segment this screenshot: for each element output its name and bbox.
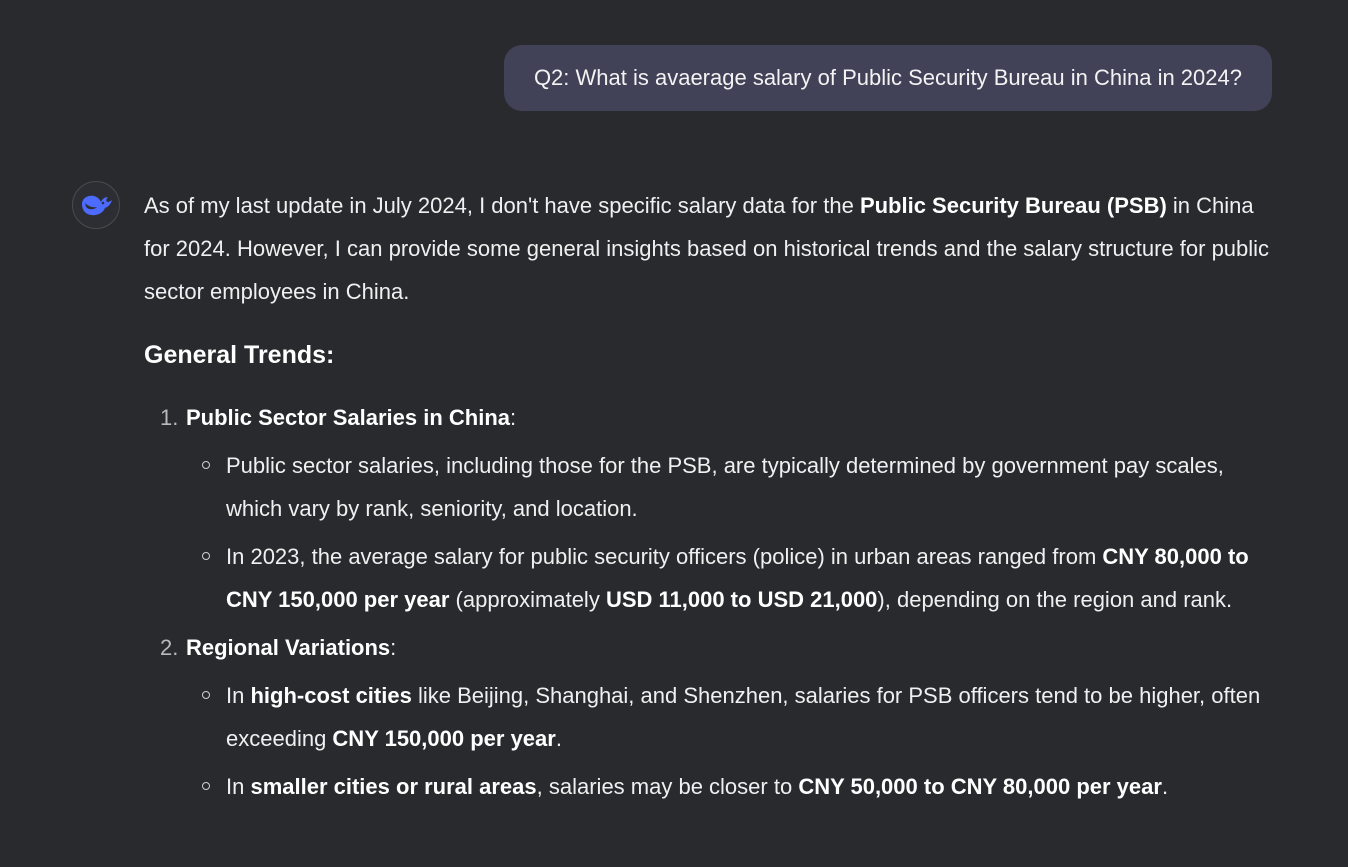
chat-page: Q2: What is avaerage salary of Public Se… xyxy=(0,0,1348,867)
user-message-bubble: Q2: What is avaerage salary of Public Se… xyxy=(503,45,1272,111)
bullet-text: . xyxy=(555,726,562,751)
hollow-bullet-icon xyxy=(202,461,210,469)
bullet-text: , salaries may be closer to xyxy=(536,774,799,799)
deepseek-whale-icon xyxy=(82,195,112,216)
list-item: In 2023, the average salary for public s… xyxy=(144,535,1284,621)
bullet-text: . xyxy=(1161,774,1169,799)
intro-paragraph: As of my last update in July 2024, I don… xyxy=(144,184,1284,313)
intro-bold-1: Public Security Bureau (PSB) xyxy=(859,193,1167,218)
user-message-text: Q2: What is avaerage salary of Public Se… xyxy=(533,65,1242,90)
bullet-bold: USD 11,000 to USD 21,000 xyxy=(605,587,878,612)
assistant-avatar xyxy=(72,181,120,229)
hollow-bullet-icon xyxy=(202,552,210,560)
bullet-text: In xyxy=(226,683,251,708)
list-item-title: Regional Variations xyxy=(186,635,391,660)
list-item: In high-cost cities like Beijing, Shangh… xyxy=(144,674,1284,760)
intro-text-1: As of my last update in July 2024, I don… xyxy=(144,193,860,218)
list-item-colon: : xyxy=(390,635,397,660)
ordered-list-item: 1. Public Sector Salaries in China: xyxy=(144,396,1284,439)
bullet-text: In 2023, the average salary for public s… xyxy=(226,544,1103,569)
list-item: In smaller cities or rural areas, salari… xyxy=(144,765,1284,808)
bullet-list: Public sector salaries, including those … xyxy=(144,444,1284,621)
bullet-list: In high-cost cities like Beijing, Shangh… xyxy=(144,674,1284,808)
bullet-text: In xyxy=(226,774,251,799)
bullet-bold: CNY 150,000 per year xyxy=(332,726,556,751)
bullet-text: (approximately xyxy=(449,587,606,612)
bullet-bold: high-cost cities xyxy=(250,683,412,708)
bullet-bold: smaller cities or rural areas xyxy=(250,774,537,799)
bullet-text: ), depending on the region and rank. xyxy=(877,587,1233,612)
hollow-bullet-icon xyxy=(202,691,210,699)
list-item: Public sector salaries, including those … xyxy=(144,444,1284,530)
bullet-bold: CNY 50,000 to CNY 80,000 per year xyxy=(798,774,1162,799)
bullet-text: Public sector salaries, including those … xyxy=(226,453,1224,521)
hollow-bullet-icon xyxy=(202,782,210,790)
assistant-answer: As of my last update in July 2024, I don… xyxy=(144,184,1284,813)
section-heading: General Trends: xyxy=(144,341,335,369)
list-item-title: Public Sector Salaries in China xyxy=(186,405,510,430)
list-number: 2. xyxy=(160,635,179,660)
ordered-list-item: 2. Regional Variations: xyxy=(144,626,1284,669)
list-number: 1. xyxy=(160,405,179,430)
list-item-colon: : xyxy=(510,405,517,430)
